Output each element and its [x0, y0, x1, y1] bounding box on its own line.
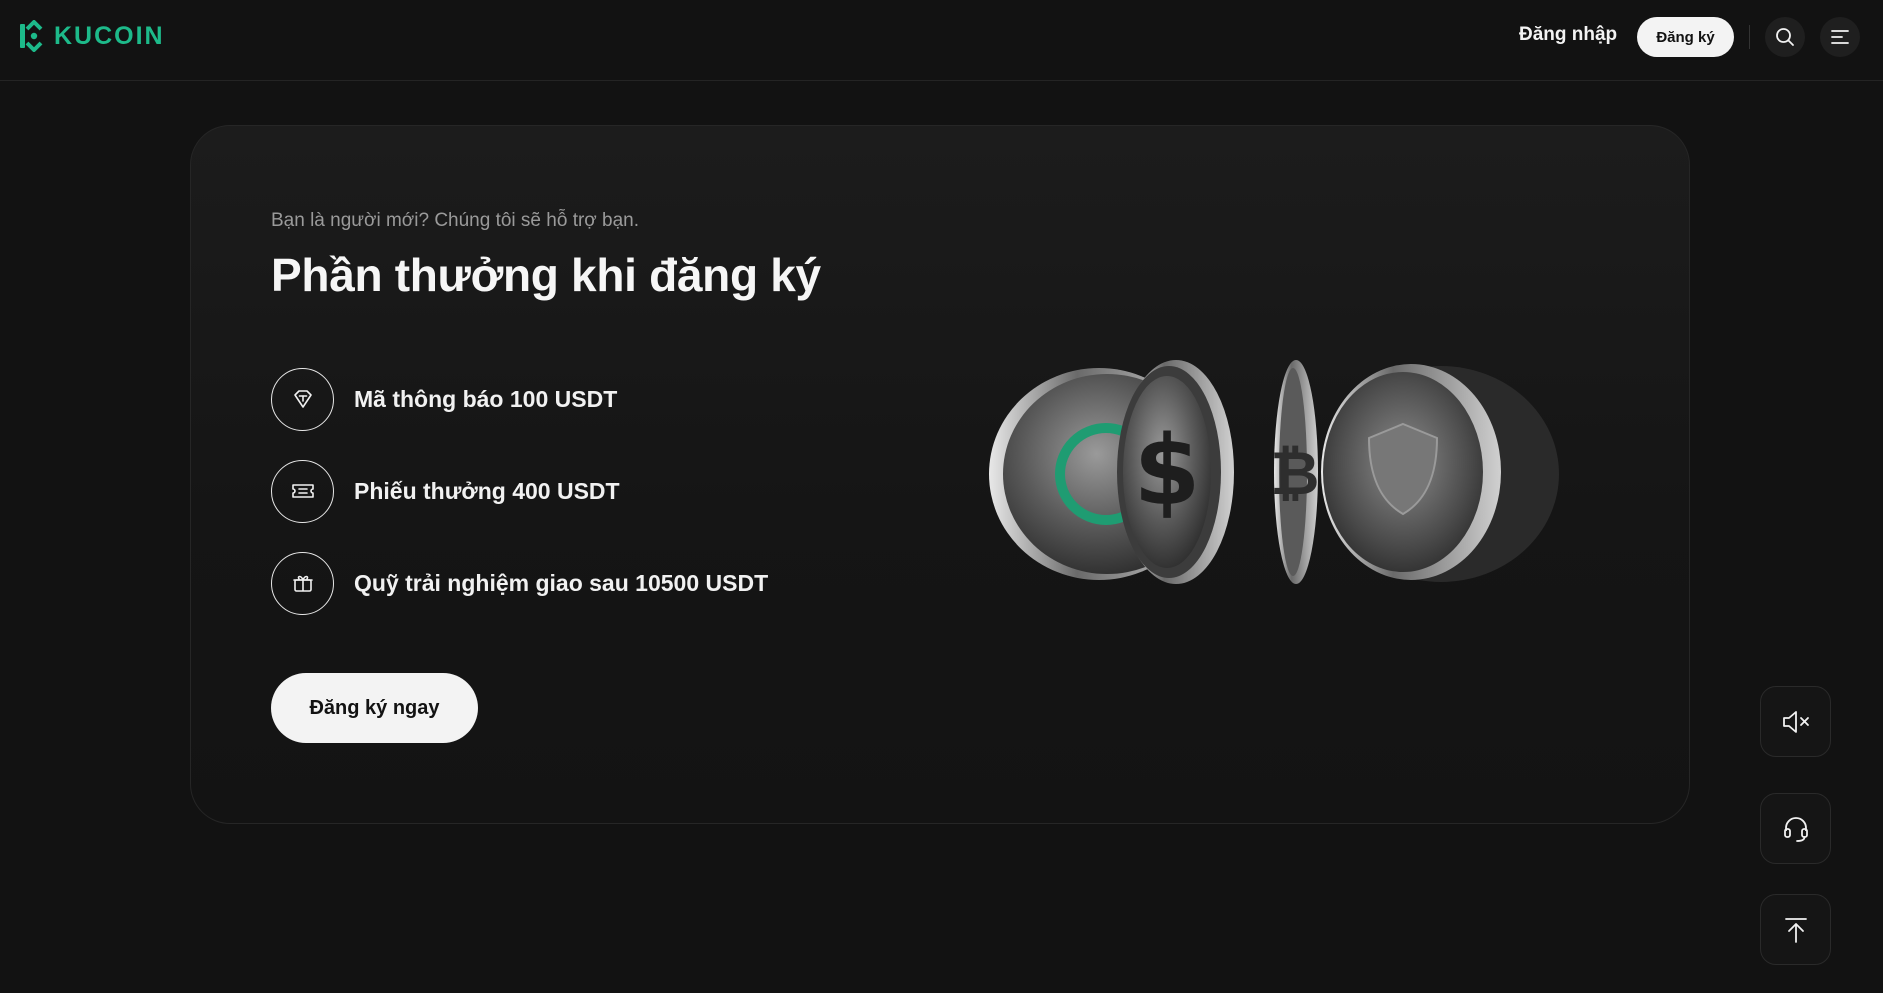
reward-item: Phiếu thưởng 400 USDT — [271, 459, 620, 523]
search-icon — [1776, 28, 1794, 46]
coins-illustration: $ ₿ — [989, 360, 1559, 584]
diamond-icon — [293, 390, 312, 408]
top-nav: KUCOIN Đăng nhập Đăng ký — [0, 0, 1883, 81]
brand-name: KUCOIN — [54, 21, 165, 50]
reward-item: Mã thông báo 100 USDT — [271, 367, 617, 431]
nav-divider — [1749, 25, 1750, 49]
svg-text:₿: ₿ — [1271, 439, 1320, 509]
menu-button[interactable] — [1820, 17, 1860, 57]
reward-icon-frame — [271, 367, 334, 431]
ticket-icon — [291, 484, 314, 498]
svg-text:$: $ — [1134, 415, 1201, 527]
dollar-coin-icon: $ — [1117, 360, 1234, 584]
signup-rewards-card: Bạn là người mới? Chúng tôi sẽ hỗ trợ bạ… — [190, 125, 1690, 824]
kucoin-logo-icon — [20, 20, 43, 52]
kucoin-logo[interactable]: KUCOIN — [18, 20, 165, 52]
back-to-top-icon — [1784, 917, 1807, 943]
hero-subtitle: Bạn là người mới? Chúng tôi sẽ hỗ trợ bạ… — [271, 210, 640, 231]
signup-button[interactable]: Đăng ký — [1637, 17, 1734, 57]
login-link[interactable]: Đăng nhập — [1519, 24, 1617, 50]
reward-icon-frame — [271, 459, 334, 523]
signup-now-button[interactable]: Đăng ký ngay — [271, 673, 478, 743]
reward-label: Phiếu thưởng 400 USDT — [354, 477, 620, 504]
sound-mute-icon — [1782, 710, 1809, 733]
support-button[interactable] — [1760, 793, 1831, 864]
gift-icon — [292, 575, 313, 592]
shield-coin-icon — [1321, 364, 1559, 582]
support-headset-icon — [1783, 816, 1808, 842]
reward-item: Quỹ trải nghiệm giao sau 10500 USDT — [271, 551, 768, 615]
reward-icon-frame — [271, 551, 334, 615]
search-button[interactable] — [1765, 17, 1805, 57]
hero-title: Phần thưởng khi đăng ký — [271, 249, 821, 301]
reward-label: Quỹ trải nghiệm giao sau 10500 USDT — [354, 569, 769, 596]
back-to-top-button[interactable] — [1760, 894, 1831, 965]
reward-label: Mã thông báo 100 USDT — [354, 385, 618, 412]
bitcoin-coin-icon: ₿ — [1271, 360, 1320, 584]
sound-toggle-button[interactable] — [1760, 686, 1831, 757]
menu-icon — [1831, 30, 1849, 44]
